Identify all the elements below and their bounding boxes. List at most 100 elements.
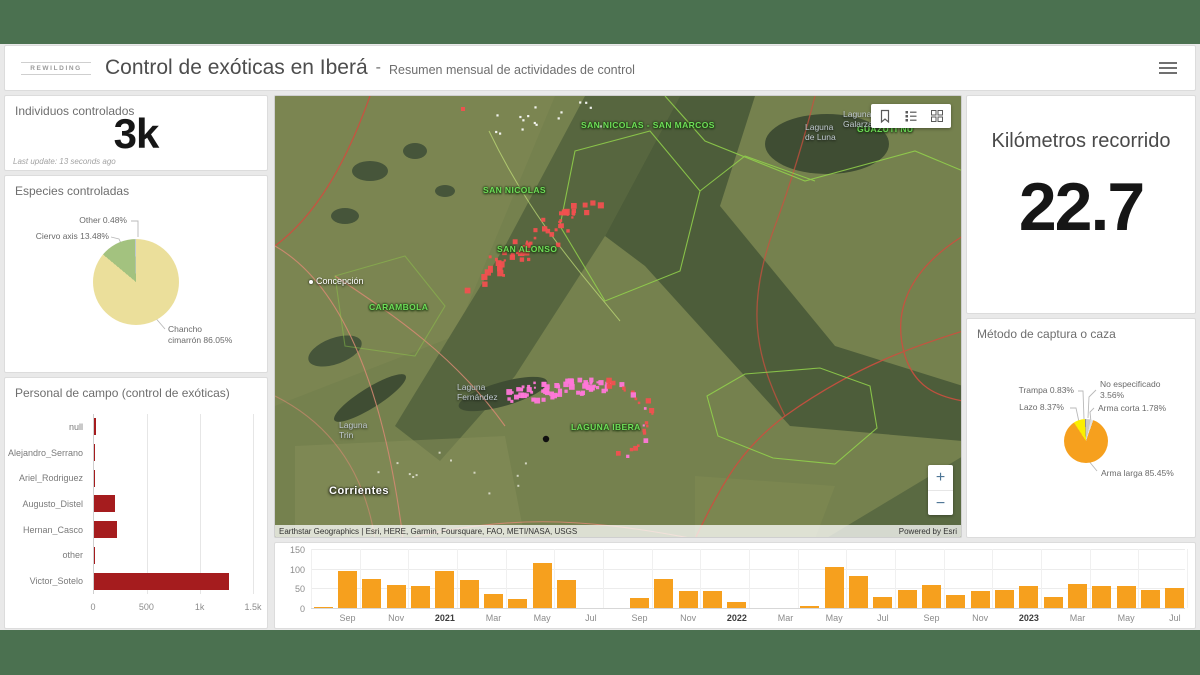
pie-label-trampa: Trampa 0.83%	[1018, 385, 1074, 395]
x-axis-label: 2021	[434, 613, 455, 623]
timeline-bar[interactable]	[1043, 596, 1063, 608]
bar-other[interactable]	[94, 546, 95, 564]
timeline-bar[interactable]	[508, 599, 528, 608]
map-attribution-bar: Earthstar Geographics | Esri, HERE, Garm…	[275, 525, 961, 537]
timeline-bar[interactable]	[629, 598, 650, 608]
legend-icon[interactable]	[903, 108, 919, 124]
timeline-bar[interactable]	[483, 594, 504, 608]
timeline-bar[interactable]	[362, 578, 382, 608]
x-axis-tick: 1k	[194, 602, 205, 612]
map-label: Laguna Trin	[339, 420, 368, 440]
card-individuos-controlados: Individuos controlados 3k Last update: 1…	[4, 95, 268, 171]
card-timeline-chart[interactable]: 0 50 100 150 Sep Nov 2021 Mar May Jul Sep Nov 2022 Ma…	[274, 542, 1196, 629]
timeline-bar[interactable]	[800, 606, 820, 608]
card-title: Especies controladas	[15, 184, 130, 198]
zoom-out-button[interactable]: −	[928, 490, 953, 515]
timeline-bar[interactable]	[946, 595, 966, 608]
timeline-bar[interactable]	[994, 589, 1015, 608]
x-axis-label: Sep	[631, 613, 648, 623]
timeline-bar[interactable]	[824, 566, 844, 608]
timeline-bar[interactable]	[848, 575, 869, 608]
bookmark-icon[interactable]	[877, 108, 893, 124]
x-axis-tick: 500	[138, 602, 154, 612]
timeline-bar[interactable]	[678, 591, 698, 608]
timeline-bar[interactable]	[386, 585, 406, 608]
bar-Augusto_Distel[interactable]	[94, 495, 115, 513]
bar-category-label: Alejandro_Serrano	[7, 447, 83, 458]
x-axis-label: Nov	[680, 613, 697, 623]
header: REWILDING Control de exóticas en Iberá -…	[4, 45, 1196, 91]
bar-category-label: Hernan_Casco	[22, 524, 83, 535]
timeline-bar[interactable]	[921, 584, 942, 608]
zoom-in-button[interactable]: +	[928, 465, 953, 490]
y-axis-tick: 50	[294, 584, 305, 595]
map-labels-layer: SAN NICOLAS - SAN MARCOS GUAZUTI NU SAN NI…	[275, 96, 961, 537]
bar-Alejandro_Serrano[interactable]	[94, 444, 95, 462]
x-axis-label: Jul	[1169, 613, 1181, 623]
pie-label-chancho: Chancho cimarrón 86.05%	[168, 324, 233, 345]
hamburger-menu-icon[interactable]	[1159, 62, 1177, 76]
timeline-bar[interactable]	[459, 579, 479, 608]
map-toolbar	[871, 104, 951, 128]
card-title: Kilómetros recorrido	[991, 130, 1171, 152]
timeline-bar[interactable]	[337, 570, 358, 608]
card-metodo-captura: Método de captura o caza Trampa 0.83% No…	[966, 318, 1196, 538]
x-axis-label: Jul	[585, 613, 597, 623]
map[interactable]: SAN NICOLAS - SAN MARCOS GUAZUTI NU SAN NI…	[274, 95, 962, 538]
y-axis-tick: 0	[299, 604, 305, 614]
timeline-bar[interactable]	[1116, 585, 1136, 608]
bar-category-label: Augusto_Distel	[22, 498, 83, 509]
metodo-pie-chart[interactable]	[1064, 419, 1108, 463]
basemap-icon[interactable]	[929, 108, 945, 124]
logo-text: REWILDING	[21, 61, 91, 75]
x-axis-ticks: 0 500 1k 1.5k	[90, 602, 261, 614]
powered-by-esri: Powered by Esri	[898, 526, 957, 536]
timeline-bar[interactable]	[313, 607, 333, 608]
timeline-bar[interactable]	[435, 571, 455, 608]
card-title: Personal de campo (control de exóticas)	[15, 386, 230, 400]
especies-pie-chart[interactable]	[93, 239, 179, 325]
timeline-bar[interactable]	[1165, 587, 1185, 608]
timeline-bar[interactable]	[897, 590, 917, 608]
timeline-bar[interactable]	[1067, 583, 1088, 608]
timeline-bar[interactable]	[873, 596, 893, 608]
timeline-bar[interactable]	[556, 580, 577, 608]
map-label: SAN NICOLAS	[483, 185, 546, 195]
pie-label-arma-larga: Arma larga 85.45%	[1101, 468, 1174, 478]
pie-label-arma-corta: Arma corta 1.78%	[1098, 403, 1167, 413]
bar-Hernan_Casco[interactable]	[94, 521, 118, 539]
timeline-bar[interactable]	[654, 578, 674, 608]
timeline-bar[interactable]	[1140, 589, 1161, 608]
timeline-bar[interactable]	[727, 602, 747, 608]
page-subtitle: Resumen mensual de actividades de contro…	[388, 63, 635, 77]
map-label: SAN NICOLAS - SAN MARCOS	[581, 120, 715, 130]
timeline-bar[interactable]	[410, 586, 431, 608]
bar-Victor_Sotelo[interactable]	[94, 572, 229, 590]
title-separator: -	[375, 59, 381, 76]
pie-label-ciervo-axis: Ciervo axis 13.48%	[35, 231, 109, 241]
map-label: Laguna Galarza	[843, 109, 873, 129]
x-axis-label: 2023	[1018, 613, 1039, 623]
bar-Ariel_Rodriguez[interactable]	[94, 469, 95, 487]
pie-label-no-especificado: No especificado 3.56%	[1100, 379, 1161, 400]
y-axis-tick: 150	[289, 545, 305, 555]
timeline-bar[interactable]	[1092, 585, 1112, 608]
bar-null[interactable]	[94, 418, 96, 436]
x-axis-label: 2022	[726, 613, 747, 623]
map-label: LAGUNA IBERA	[571, 422, 641, 432]
bar-rows	[94, 414, 253, 594]
personal-bar-chart[interactable]	[93, 414, 254, 594]
timeline-bar[interactable]	[970, 591, 990, 608]
last-update-text: Last update: 13 seconds ago	[13, 157, 116, 166]
map-label: Laguna Fernández	[457, 382, 498, 402]
kilometros-value: 22.7	[1018, 169, 1145, 245]
timeline-bar[interactable]	[532, 562, 552, 608]
x-axis-label: Mar	[1069, 613, 1086, 623]
timeline-bar[interactable]	[1019, 585, 1039, 608]
bar-category-label: other	[62, 550, 83, 561]
x-axis-label: May	[1117, 613, 1135, 623]
map-label: SAN ALONSO	[497, 244, 558, 254]
timeline-bar[interactable]	[702, 590, 723, 608]
page-title: Control de exóticas en Iberá	[105, 56, 368, 79]
map-label: Laguna de Luna	[805, 122, 836, 142]
